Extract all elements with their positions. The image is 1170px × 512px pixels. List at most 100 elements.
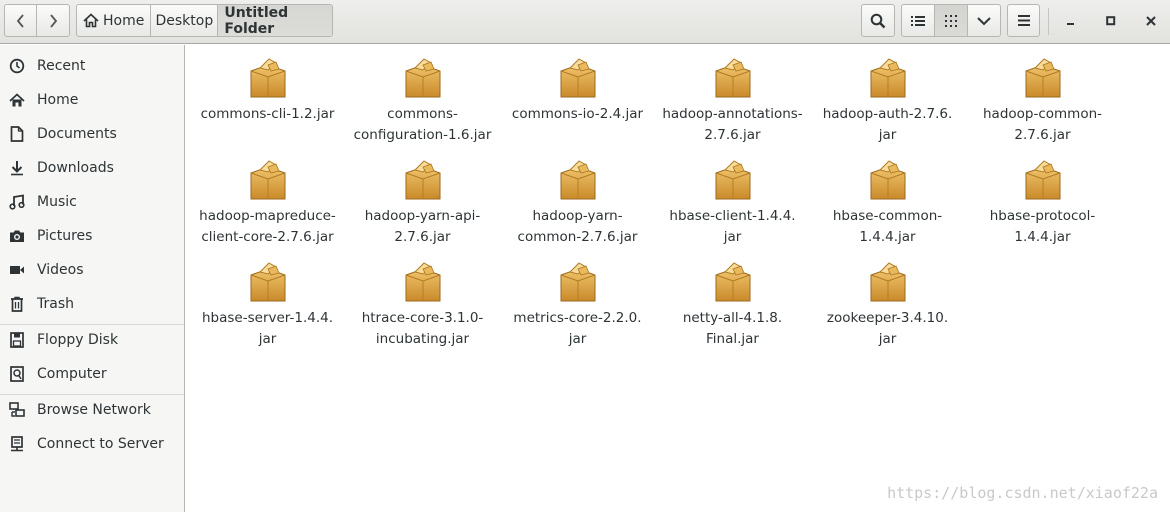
file-item[interactable]: hbase-client-1.4.4. jar [655, 159, 810, 248]
file-name-line: hbase-common- [832, 208, 943, 224]
package-icon [715, 262, 750, 302]
computer-icon [8, 366, 25, 383]
file-name: hbase-server-1.4.4. jar [193, 308, 343, 350]
file-name-line: commons- [387, 106, 458, 122]
package-icon [405, 58, 440, 98]
file-name: commons-io-2.4.jar [503, 104, 653, 125]
close-icon [1146, 16, 1156, 26]
file-name-line: 2.7.6.jar [1014, 127, 1071, 143]
file-item[interactable]: metrics-core-2.2.0. jar [500, 261, 655, 350]
file-name: hadoop-yarn-common-2.7.6.jar [503, 206, 653, 248]
file-name-line: client-core-2.7.6.jar [201, 229, 334, 245]
document-icon [8, 126, 25, 143]
sidebar-separator [0, 394, 184, 395]
sidebar-item-trash[interactable]: Trash [0, 290, 184, 318]
grid-view-button[interactable] [935, 5, 968, 36]
sidebar-item-label: Videos [37, 262, 84, 278]
sidebar-item-floppy-disk[interactable]: Floppy Disk [0, 326, 184, 354]
file-grid: commons-cli-1.2.jar commons-configuration… [186, 45, 1170, 512]
file-name: hadoop-common- 2.7.6.jar [968, 104, 1118, 146]
file-name: zookeeper-3.4.10. jar [813, 308, 963, 350]
file-name: hadoop-annotations- 2.7.6.jar [658, 104, 808, 146]
sidebar-item-label: Browse Network [37, 402, 151, 418]
file-item[interactable]: hadoop-yarn-common-2.7.6.jar [500, 159, 655, 248]
file-item[interactable]: hadoop-annotations- 2.7.6.jar [655, 57, 810, 146]
breadcrumb-home[interactable]: Home [77, 5, 152, 36]
sidebar-item-videos[interactable]: Videos [0, 256, 184, 284]
file-name-line: common-2.7.6.jar [517, 229, 638, 245]
list-view-button[interactable] [902, 5, 936, 36]
file-item[interactable]: netty-all-4.1.8. Final.jar [655, 261, 810, 350]
file-name-line: hadoop-annotations- [662, 106, 803, 122]
file-item[interactable]: commons-configuration-1.6.jar [345, 57, 500, 146]
sidebar-item-label: Home [37, 92, 79, 108]
file-item[interactable]: zookeeper-3.4.10. jar [810, 261, 965, 350]
file-item[interactable]: hadoop-auth-2.7.6. jar [810, 57, 965, 146]
back-button[interactable] [5, 5, 37, 36]
file-item[interactable]: hbase-server-1.4.4. jar [190, 261, 345, 350]
search-icon [870, 13, 886, 28]
clock-icon [8, 58, 25, 75]
breadcrumb-current-folder[interactable]: Untitled Folder [218, 5, 332, 36]
package-icon [870, 262, 905, 302]
forward-button[interactable] [37, 5, 69, 36]
sidebar-item-browse-network[interactable]: Browse Network [0, 396, 184, 424]
sidebar-item-downloads[interactable]: Downloads [0, 154, 184, 182]
file-name-line: jar [723, 229, 742, 245]
history-buttons [4, 4, 70, 37]
file-name-line: hadoop-yarn-api- [364, 208, 481, 224]
sidebar-item-music[interactable]: Music [0, 188, 184, 216]
file-item[interactable]: commons-io-2.4.jar [500, 57, 655, 125]
sidebar-item-documents[interactable]: Documents [0, 120, 184, 148]
package-icon [715, 160, 750, 200]
home-icon [83, 13, 99, 28]
file-item[interactable]: hadoop-mapreduce-client-core-2.7.6.jar [190, 159, 345, 248]
file-item[interactable]: hadoop-yarn-api- 2.7.6.jar [345, 159, 500, 248]
watermark-text: https://blog.csdn.net/xiaof22a [887, 484, 1158, 502]
file-item[interactable]: htrace-core-3.1.0- incubating.jar [345, 261, 500, 350]
minimize-button[interactable] [1058, 8, 1084, 34]
file-name-line: jar [568, 331, 587, 347]
sidebar-item-recent[interactable]: Recent [0, 52, 184, 80]
file-name: hbase-client-1.4.4. jar [658, 206, 808, 248]
camera-icon [8, 228, 25, 245]
breadcrumb: Home Desktop Untitled Folder [76, 4, 333, 37]
chevron-left-icon [16, 13, 24, 28]
package-icon [250, 58, 285, 98]
file-name-line: netty-all-4.1.8. [682, 310, 783, 326]
file-name: netty-all-4.1.8. Final.jar [658, 308, 808, 350]
sidebar-item-computer[interactable]: Computer [0, 360, 184, 388]
sidebar-item-pictures[interactable]: Pictures [0, 222, 184, 250]
file-item[interactable]: hbase-protocol- 1.4.4.jar [965, 159, 1120, 248]
file-name-line: 2.7.6.jar [704, 127, 761, 143]
file-name-line: hadoop-mapreduce- [199, 208, 336, 224]
maximize-button[interactable] [1098, 8, 1124, 34]
sidebar-item-label: Pictures [37, 228, 93, 244]
file-name-line: commons-cli-1.2.jar [200, 106, 335, 122]
file-name-line: configuration-1.6.jar [353, 127, 492, 143]
maximize-icon [1106, 16, 1116, 26]
file-name-line: htrace-core-3.1.0- [361, 310, 484, 326]
menu-button[interactable] [1007, 4, 1040, 37]
breadcrumb-current-label: Untitled Folder [224, 4, 289, 37]
sidebar-item-home[interactable]: Home [0, 86, 184, 114]
file-item[interactable]: hbase-common- 1.4.4.jar [810, 159, 965, 248]
close-button[interactable] [1138, 8, 1164, 34]
sidebar-item-connect-to-server[interactable]: Connect to Server [0, 430, 184, 458]
sidebar-item-label: Music [37, 194, 77, 210]
sidebar-item-label: Trash [37, 296, 74, 312]
header-separator [1048, 8, 1049, 35]
view-options-button[interactable] [968, 5, 1000, 36]
file-name: hadoop-mapreduce-client-core-2.7.6.jar [193, 206, 343, 248]
package-icon [870, 58, 905, 98]
search-button[interactable] [861, 4, 895, 37]
list-icon [911, 15, 926, 26]
file-item[interactable]: commons-cli-1.2.jar [190, 57, 345, 125]
breadcrumb-desktop[interactable]: Desktop [151, 5, 219, 36]
sidebar-item-label: Connect to Server [37, 436, 164, 452]
file-name: hbase-protocol- 1.4.4.jar [968, 206, 1118, 248]
package-icon [250, 160, 285, 200]
hamburger-icon [1017, 15, 1030, 26]
server-icon [8, 436, 25, 453]
file-item[interactable]: hadoop-common- 2.7.6.jar [965, 57, 1120, 146]
